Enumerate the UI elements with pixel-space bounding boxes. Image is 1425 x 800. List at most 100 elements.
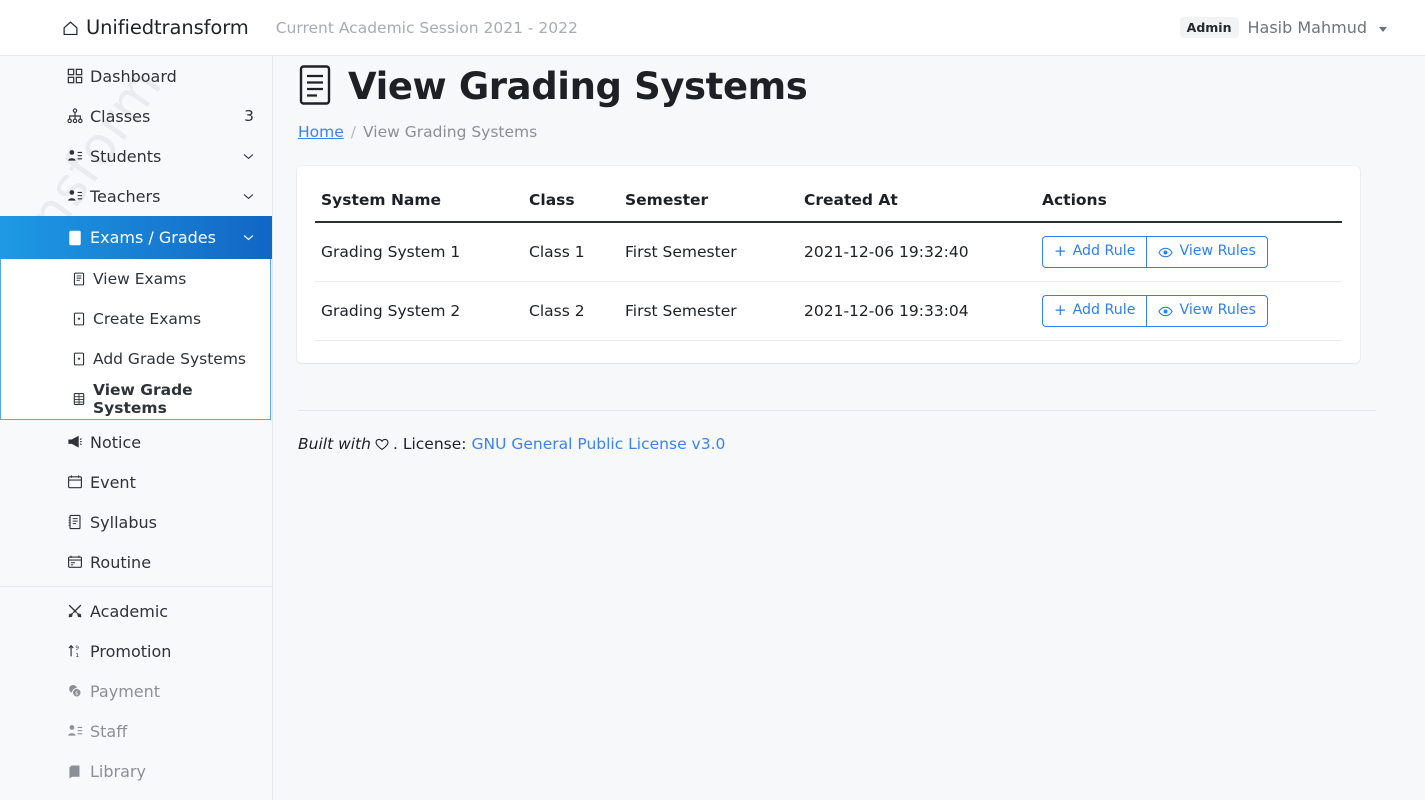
add-rule-label: Add Rule xyxy=(1072,243,1136,259)
chevron-down-icon[interactable] xyxy=(1379,26,1387,32)
breadcrumb: Home / View Grading Systems xyxy=(298,123,1425,141)
cell-created-at: 2021-12-06 19:32:40 xyxy=(798,222,1036,282)
tools-icon xyxy=(66,603,83,620)
sidebar-subitem-view-grade-systems[interactable]: View Grade Systems xyxy=(1,379,270,419)
sitemap-icon xyxy=(66,108,83,125)
row-action-button-group: + Add Rule View Rules xyxy=(1042,294,1268,327)
sidebar-item-label: Academic xyxy=(90,601,169,621)
svg-text:$: $ xyxy=(75,691,78,697)
sidebar-item-notice[interactable]: Notice xyxy=(0,422,272,462)
calendar-icon xyxy=(66,474,83,491)
view-rules-button[interactable]: View Rules xyxy=(1146,236,1268,268)
academic-session-label: Current Academic Session 2021 - 2022 xyxy=(275,18,578,37)
sidebar-item-label: Exams / Grades xyxy=(90,228,216,247)
sidebar-item-syllabus[interactable]: Syllabus xyxy=(0,502,272,542)
sidebar-subitem-add-grade-systems[interactable]: Add Grade Systems xyxy=(1,339,270,379)
sidebar-item-routine[interactable]: Routine xyxy=(0,542,272,582)
add-rule-label: Add Rule xyxy=(1072,301,1136,318)
license-label: . License: xyxy=(392,434,467,453)
add-box-icon xyxy=(71,312,86,327)
plus-icon: + xyxy=(1054,242,1067,261)
notes-icon xyxy=(66,514,83,531)
chevron-down-icon[interactable] xyxy=(243,153,254,160)
document-icon xyxy=(298,64,335,108)
table-icon xyxy=(71,392,86,407)
eye-icon xyxy=(1158,305,1174,317)
sidebar-item-label: Routine xyxy=(90,552,152,572)
cell-system-name: Grading System 1 xyxy=(315,222,523,282)
sidebar-item-label: Notice xyxy=(90,432,142,452)
sidebar-subitem-create-exams[interactable]: Create Exams xyxy=(1,299,270,339)
row-action-button-group: + Add Rule View Rules xyxy=(1042,236,1268,268)
add-rule-button[interactable]: + Add Rule xyxy=(1042,236,1147,268)
view-rules-label: View Rules xyxy=(1179,301,1256,318)
sidebar-subitem-label: View Exams xyxy=(93,270,187,288)
sidebar-subitem-view-exams[interactable]: View Exams xyxy=(1,259,270,299)
page-header: View Grading Systems xyxy=(298,64,1425,108)
breadcrumb-separator: / xyxy=(350,123,357,141)
cell-created-at: 2021-12-06 19:33:04 xyxy=(798,281,1036,341)
top-navbar: Unifiedtransform Current Academic Sessio… xyxy=(0,0,1425,56)
cell-actions: + Add Rule View Rules xyxy=(1036,222,1342,282)
table-row: Grading System 2 Class 2 First Semester … xyxy=(315,281,1342,341)
sidebar-subitem-label: Add Grade Systems xyxy=(93,350,246,368)
sidebar-item-dashboard[interactable]: Dashboard xyxy=(0,56,272,96)
breadcrumb-home-link[interactable]: Home xyxy=(298,123,344,141)
grading-systems-table: System Name Class Semester Created At Ac… xyxy=(315,178,1342,341)
column-header-created-at: Created At xyxy=(798,178,1036,223)
sidebar-item-staff[interactable]: Staff xyxy=(0,711,272,751)
sidebar-item-students[interactable]: Students xyxy=(0,136,272,176)
cell-semester: First Semester xyxy=(619,222,798,282)
sidebar-item-label: Staff xyxy=(90,721,128,741)
brand[interactable]: Unifiedtransform xyxy=(62,16,249,39)
chevron-down-icon[interactable] xyxy=(243,193,254,200)
sidebar-item-classes[interactable]: Classes 3 xyxy=(0,96,272,136)
breadcrumb-current: View Grading Systems xyxy=(363,123,538,141)
navbar-user-area[interactable]: Admin Hasib Mahmud xyxy=(1179,17,1387,38)
svg-text:1: 1 xyxy=(75,653,79,659)
schedule-icon xyxy=(66,554,83,571)
add-box-icon xyxy=(71,352,86,367)
grading-systems-card: System Name Class Semester Created At Ac… xyxy=(297,166,1360,363)
table-header-row: System Name Class Semester Created At Ac… xyxy=(315,178,1342,223)
sidebar-item-event[interactable]: Event xyxy=(0,462,272,502)
sidebar-menu: Dashboard Classes 3 Students Teachers Ex… xyxy=(0,56,272,791)
sidebar-item-label: Classes xyxy=(90,106,151,126)
users-icon xyxy=(66,188,83,205)
cell-semester: First Semester xyxy=(619,281,798,341)
books-icon xyxy=(66,763,83,780)
footer-divider xyxy=(298,409,1376,411)
sidebar-item-teachers[interactable]: Teachers xyxy=(0,176,272,216)
classes-count-badge: 3 xyxy=(244,107,254,125)
add-rule-button[interactable]: + Add Rule xyxy=(1042,294,1147,327)
cell-class: Class 2 xyxy=(523,281,619,341)
sidebar-item-label: Teachers xyxy=(90,186,161,206)
column-header-actions: Actions xyxy=(1036,178,1342,223)
sidebar-subitem-label: Create Exams xyxy=(93,310,202,328)
page-title: View Grading Systems xyxy=(348,64,808,108)
view-rules-button[interactable]: View Rules xyxy=(1146,294,1268,327)
view-rules-label: View Rules xyxy=(1179,243,1256,259)
sidebar-item-academic[interactable]: Academic xyxy=(0,591,272,631)
cell-system-name: Grading System 2 xyxy=(315,281,523,341)
cell-class: Class 1 xyxy=(523,222,619,282)
chevron-down-icon[interactable] xyxy=(243,234,254,241)
sidebar-subitem-label: View Grade Systems xyxy=(93,381,193,417)
column-header-semester: Semester xyxy=(619,178,798,223)
license-link[interactable]: GNU General Public License v3.0 xyxy=(471,435,725,453)
document-icon xyxy=(66,229,83,246)
brand-label: Unifiedtransform xyxy=(86,16,249,39)
sidebar-item-promotion[interactable]: 9 1 Promotion xyxy=(0,631,272,671)
sidebar-item-library[interactable]: Library xyxy=(0,751,272,791)
sidebar-item-exams-grades[interactable]: Exams / Grades xyxy=(0,216,272,259)
sidebar-item-payment[interactable]: $ Payment xyxy=(0,671,272,711)
sidebar-item-label: Payment xyxy=(90,681,161,701)
table-row: Grading System 1 Class 1 First Semester … xyxy=(315,222,1342,282)
svg-text:9: 9 xyxy=(75,646,79,652)
eye-icon xyxy=(1158,246,1174,258)
built-with-label: Built with xyxy=(298,434,371,453)
sidebar-submenu-exams: View Exams Create Exams Add Grade System… xyxy=(0,259,271,420)
sidebar-item-label: Syllabus xyxy=(90,512,157,532)
sidebar-item-label: Students xyxy=(90,146,162,166)
plus-icon: + xyxy=(1054,301,1067,320)
